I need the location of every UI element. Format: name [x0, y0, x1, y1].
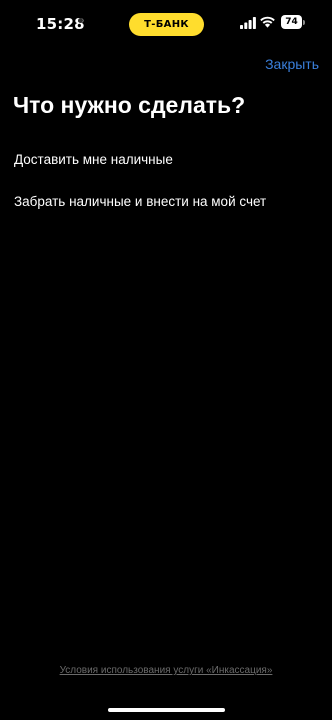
option-pickup-and-deposit-cash[interactable]: Забрать наличные и внести на мой счет	[14, 193, 324, 211]
options-list: Доставить мне наличные Забрать наличные …	[14, 151, 324, 211]
signal-icon	[240, 17, 256, 29]
battery-icon: 74	[281, 15, 306, 29]
bank-badge[interactable]: Т-БАНК	[129, 13, 204, 36]
option-deliver-cash[interactable]: Доставить мне наличные	[14, 151, 324, 169]
location-indicator-icon	[78, 18, 83, 23]
battery-level: 74	[281, 15, 302, 29]
status-bar: 15:28 Т-БАНК 74	[0, 0, 332, 46]
terms-link[interactable]: Условия использования услуги «Инкассация…	[0, 664, 332, 677]
page-title: Что нужно сделать?	[13, 92, 246, 118]
wifi-icon	[260, 16, 275, 28]
close-button[interactable]: Закрыть	[265, 56, 319, 73]
battery-cap	[303, 19, 305, 25]
home-indicator[interactable]	[108, 708, 225, 712]
status-time: 15:28	[36, 15, 85, 33]
